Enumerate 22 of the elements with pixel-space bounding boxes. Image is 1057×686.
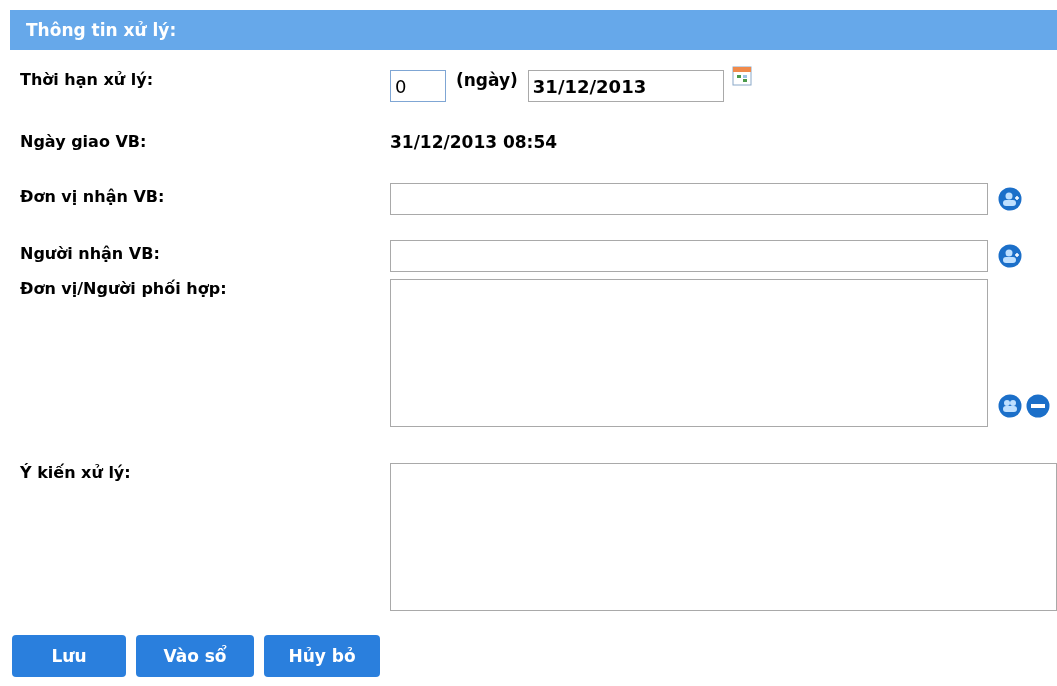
remove-icon[interactable]: [1026, 394, 1050, 418]
section-header: Thông tin xử lý:: [10, 10, 1057, 50]
group-add-icon[interactable]: [998, 394, 1022, 418]
days-field[interactable]: 0: [390, 70, 446, 102]
user-add-icon[interactable]: [998, 244, 1022, 268]
user-add-icon[interactable]: [998, 187, 1022, 211]
field-label: Ý kiến xử lý:: [19, 463, 132, 482]
action-button[interactable]: Vào sổ: [136, 635, 254, 677]
comment-field[interactable]: [390, 463, 1057, 611]
field-label: Ngày giao VB:: [19, 132, 148, 151]
action-button[interactable]: Lưu: [12, 635, 126, 677]
recipient-field[interactable]: [390, 183, 988, 215]
field-label: Đơn vị nhận VB:: [19, 187, 166, 206]
field-label: Người nhận VB:: [19, 244, 161, 263]
calendar-icon[interactable]: [731, 66, 752, 86]
unit-label: (ngày): [456, 70, 518, 90]
date-field[interactable]: 31/12/2013: [527, 70, 724, 102]
field-label: Đơn vị/Người phối hợp:: [19, 279, 228, 298]
recipient-field[interactable]: [390, 240, 988, 272]
action-button[interactable]: Hủy bỏ: [264, 635, 380, 677]
field-label: Thời hạn xử lý:: [19, 70, 155, 89]
assigned-date: 31/12/2013 08:54: [390, 132, 558, 152]
